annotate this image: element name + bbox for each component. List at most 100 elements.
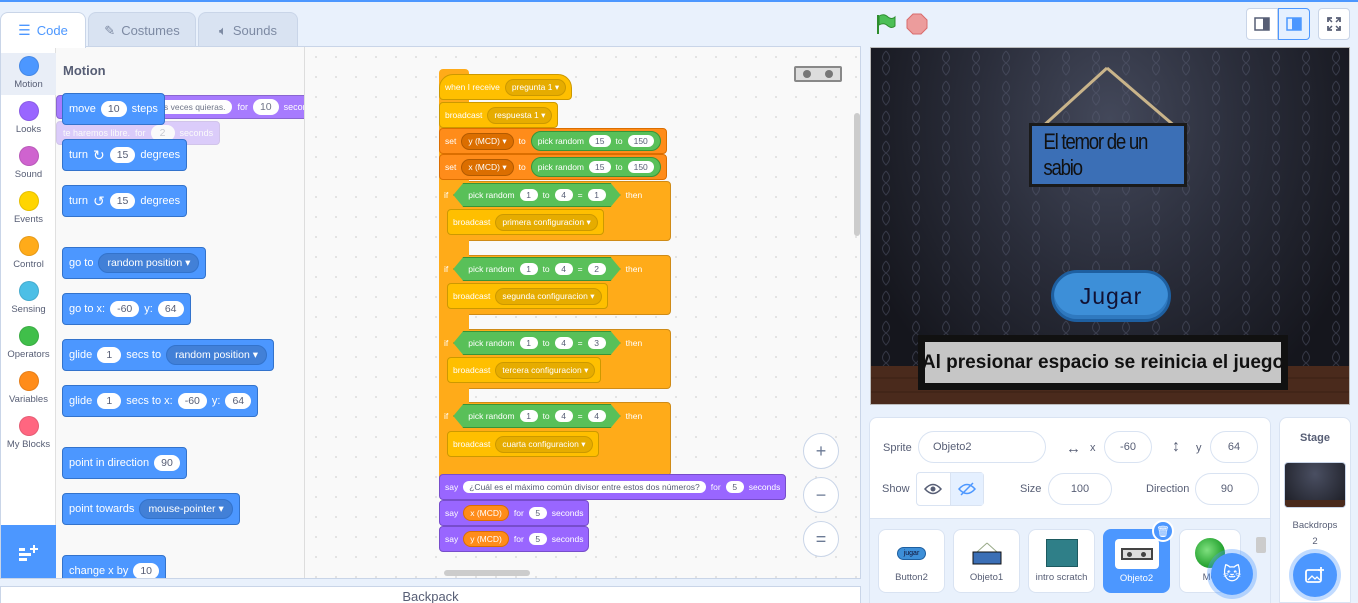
min-input[interactable]: 15 bbox=[589, 161, 611, 173]
size-input[interactable]: 100 bbox=[1048, 473, 1112, 505]
stage-backdrop-thumbnail[interactable] bbox=[1284, 462, 1346, 508]
target-dropdown[interactable]: mouse-pointer bbox=[139, 499, 233, 519]
large-stage-button[interactable] bbox=[1278, 8, 1310, 40]
compare-input[interactable]: 1 bbox=[588, 189, 606, 201]
hide-sprite-button[interactable] bbox=[950, 473, 983, 505]
compare-input[interactable]: 4 bbox=[588, 410, 606, 422]
variable-dropdown[interactable]: y (MCD) bbox=[461, 132, 514, 150]
min-input[interactable]: 1 bbox=[520, 410, 538, 422]
choose-backdrop-button[interactable] bbox=[1293, 553, 1337, 597]
pick-random-reporter[interactable]: pick random 15 to 150 bbox=[530, 157, 661, 177]
broadcast-block[interactable]: broadcast segunda configuracion bbox=[447, 283, 608, 309]
min-input[interactable]: 1 bbox=[520, 263, 538, 275]
category-sensing[interactable]: Sensing bbox=[1, 278, 56, 320]
variable-reporter[interactable]: x (MCD) bbox=[463, 505, 509, 521]
max-input[interactable]: 4 bbox=[555, 263, 573, 275]
go-to-xy-block[interactable]: go to x: -60 y: 64 bbox=[62, 293, 191, 325]
turn-left-block[interactable]: turn ↺ 15 degrees bbox=[62, 185, 188, 217]
say-y-block[interactable]: say y (MCD) for 5 seconds bbox=[439, 526, 590, 552]
category-sound[interactable]: Sound bbox=[1, 143, 56, 185]
stage-canvas[interactable]: El temor de un sabio Jugar Al presionar … bbox=[870, 47, 1350, 405]
degrees-input[interactable]: 15 bbox=[109, 147, 136, 163]
steps-input[interactable]: 10 bbox=[100, 101, 127, 117]
category-events[interactable]: Events bbox=[1, 188, 56, 230]
if-header-3[interactable]: if pick random 1 to 4 = 3 then bbox=[439, 329, 647, 357]
script-workspace[interactable]: when I receive pregunta 1 broadcast resp… bbox=[306, 47, 860, 578]
small-stage-button[interactable] bbox=[1246, 8, 1278, 40]
add-extension-button[interactable] bbox=[1, 525, 56, 578]
x-input[interactable]: -60 bbox=[110, 301, 140, 317]
stop-icon[interactable] bbox=[906, 13, 928, 35]
category-control[interactable]: Control bbox=[1, 233, 56, 275]
min-input[interactable]: 15 bbox=[589, 135, 611, 147]
sprite-tile-intro-scratch[interactable]: intro scratch bbox=[1028, 529, 1095, 593]
target-dropdown[interactable]: random position bbox=[98, 253, 200, 273]
min-input[interactable]: 1 bbox=[520, 189, 538, 201]
max-input[interactable]: 150 bbox=[627, 161, 654, 173]
equals-condition[interactable]: pick random 1 to 4 = 4 bbox=[453, 404, 620, 428]
max-input[interactable]: 4 bbox=[555, 189, 573, 201]
change-x-block[interactable]: change x by 10 bbox=[62, 555, 167, 578]
zoom-in-button[interactable]: + bbox=[803, 433, 839, 469]
message-dropdown[interactable]: respuesta 1 bbox=[487, 106, 553, 124]
pick-random-reporter[interactable]: pick random 15 to 150 bbox=[530, 131, 661, 151]
message-dropdown[interactable]: tercera configuracion bbox=[495, 361, 596, 379]
set-y-block[interactable]: set y (MCD) to pick random 15 to 150 bbox=[439, 128, 667, 154]
message-dropdown[interactable]: pregunta 1 bbox=[504, 78, 567, 96]
when-i-receive-block[interactable]: when I receive pregunta 1 bbox=[439, 74, 573, 100]
delete-sprite-button[interactable]: 🗑︎ bbox=[1152, 520, 1174, 542]
sprite-tile-button2[interactable]: jugar Button2 bbox=[878, 529, 945, 593]
compare-input[interactable]: 3 bbox=[588, 337, 606, 349]
category-motion[interactable]: Motion bbox=[1, 53, 56, 95]
jugar-sprite-button[interactable]: Jugar bbox=[1051, 270, 1171, 322]
point-towards-block[interactable]: point towards mouse-pointer bbox=[62, 493, 240, 525]
degrees-input[interactable]: 15 bbox=[109, 193, 136, 209]
sprite-tile-objeto1[interactable]: Objeto1 bbox=[953, 529, 1020, 593]
category-my-blocks[interactable]: My Blocks bbox=[1, 413, 56, 455]
equals-condition[interactable]: pick random 1 to 4 = 3 bbox=[453, 331, 620, 355]
set-x-block[interactable]: set x (MCD) to pick random 15 to 150 bbox=[439, 154, 667, 180]
broadcast-block[interactable]: broadcast respuesta 1 bbox=[439, 102, 559, 128]
secs-input[interactable]: 1 bbox=[97, 347, 122, 363]
y-input[interactable]: 64 bbox=[1210, 431, 1258, 463]
variable-reporter[interactable]: y (MCD) bbox=[463, 531, 509, 547]
glide-xy-block[interactable]: glide 1 secs to x: -60 y: 64 bbox=[62, 385, 259, 417]
if-header-2[interactable]: if pick random 1 to 4 = 2 then bbox=[439, 255, 647, 283]
equals-condition[interactable]: pick random 1 to 4 = 2 bbox=[453, 257, 620, 281]
message-input[interactable]: ¿Cuál es el máximo común divisor entre e… bbox=[463, 481, 706, 493]
zoom-reset-button[interactable]: = bbox=[803, 521, 839, 557]
zoom-out-button[interactable]: − bbox=[803, 477, 839, 513]
category-operators[interactable]: Operators bbox=[1, 323, 56, 365]
equals-condition[interactable]: pick random 1 to 4 = 1 bbox=[453, 183, 620, 207]
y-input[interactable]: 64 bbox=[225, 393, 252, 409]
min-input[interactable]: 1 bbox=[520, 337, 538, 349]
backpack-bar[interactable]: Backpack bbox=[0, 586, 861, 603]
workspace-vertical-scrollbar[interactable] bbox=[854, 113, 860, 236]
point-in-direction-block[interactable]: point in direction 90 bbox=[62, 447, 187, 479]
secs-input[interactable]: 5 bbox=[528, 507, 547, 519]
turn-right-block[interactable]: turn ↻ 15 degrees bbox=[62, 139, 188, 171]
secs-input[interactable]: 5 bbox=[725, 481, 744, 493]
if-header-4[interactable]: if pick random 1 to 4 = 4 then bbox=[439, 402, 647, 430]
message-dropdown[interactable]: cuarta configuracion bbox=[495, 435, 593, 453]
direction-input[interactable]: 90 bbox=[1195, 473, 1259, 505]
message-dropdown[interactable]: primera configuracion bbox=[495, 213, 598, 231]
show-sprite-button[interactable] bbox=[917, 473, 951, 505]
sprite-list-scrollbar[interactable] bbox=[1256, 537, 1266, 553]
max-input[interactable]: 150 bbox=[627, 135, 654, 147]
target-dropdown[interactable]: random position bbox=[166, 345, 268, 365]
broadcast-block[interactable]: broadcast primera configuracion bbox=[447, 209, 604, 235]
y-input[interactable]: 64 bbox=[157, 301, 184, 317]
max-input[interactable]: 4 bbox=[555, 410, 573, 422]
go-to-block[interactable]: go to random position bbox=[62, 247, 207, 279]
tab-code[interactable]: ☰ Code bbox=[0, 12, 86, 48]
fullscreen-button[interactable] bbox=[1318, 8, 1350, 40]
green-flag-icon[interactable] bbox=[873, 12, 897, 36]
x-input[interactable]: -60 bbox=[1104, 431, 1152, 463]
choose-sprite-button[interactable]: 🐱︎ bbox=[1211, 553, 1253, 595]
secs-input[interactable]: 1 bbox=[97, 393, 122, 409]
sprite-name-input[interactable]: Objeto2 bbox=[918, 431, 1046, 463]
message-dropdown[interactable]: segunda configuracion bbox=[495, 287, 602, 305]
broadcast-block[interactable]: broadcast tercera configuracion bbox=[447, 357, 602, 383]
max-input[interactable]: 4 bbox=[555, 337, 573, 349]
